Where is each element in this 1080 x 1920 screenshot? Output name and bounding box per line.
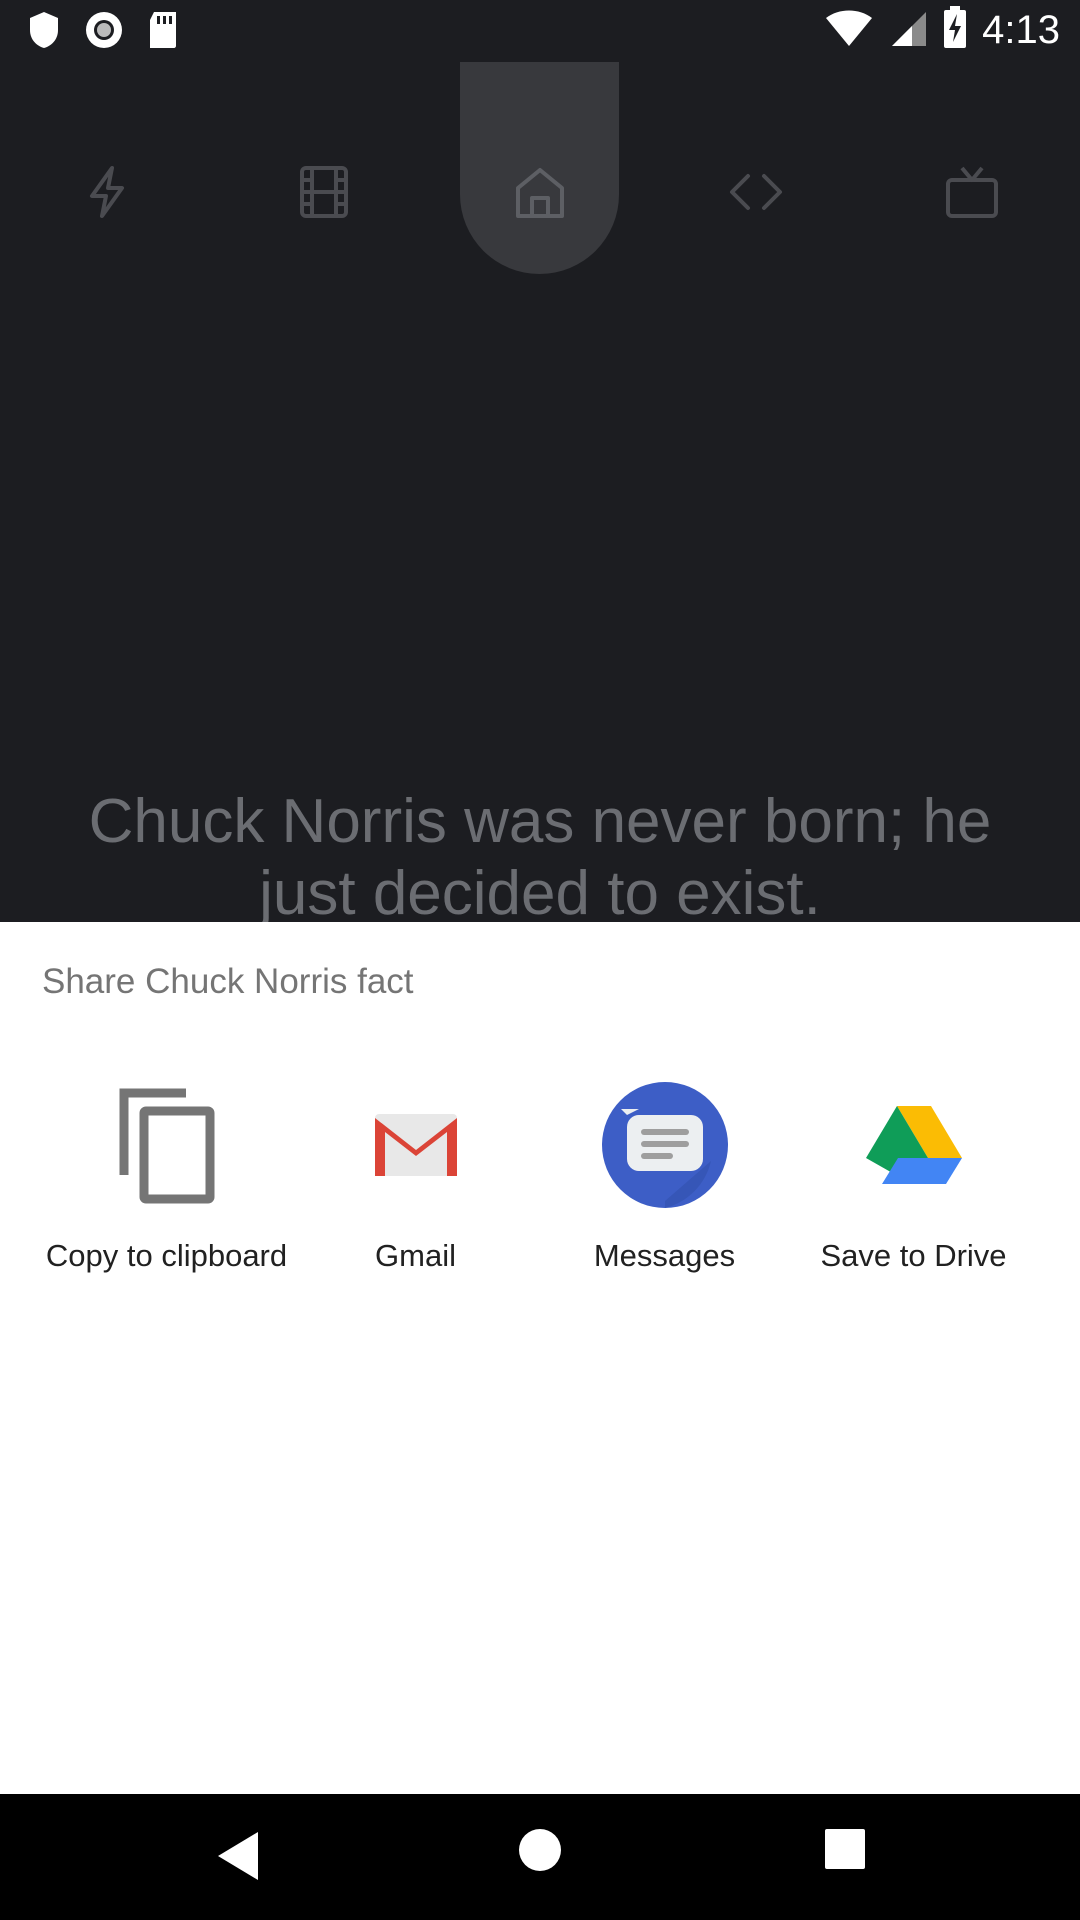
status-bar: 4:13	[0, 0, 1080, 62]
fact-text: Chuck Norris was never born; he just dec…	[88, 787, 992, 922]
status-time: 4:13	[982, 8, 1060, 52]
tv-icon[interactable]	[942, 162, 1002, 222]
code-icon[interactable]	[726, 162, 786, 222]
shield-icon	[26, 10, 62, 55]
share-target-gmail[interactable]: Gmail	[291, 1080, 540, 1300]
wifi-icon	[824, 8, 874, 53]
app-background: Chuck Norris was never born; he just dec…	[0, 62, 1080, 922]
drive-icon	[849, 1080, 979, 1210]
share-target-label: Messages	[593, 1238, 736, 1273]
cell-signal-icon	[888, 8, 928, 53]
battery-charging-icon	[942, 6, 968, 55]
messages-icon	[600, 1080, 730, 1210]
status-left-icons	[26, 10, 180, 55]
share-target-label: Copy to clipboard	[45, 1238, 288, 1273]
home-icon[interactable]	[510, 162, 570, 222]
sd-card-icon	[146, 10, 180, 55]
share-target-drive[interactable]: Save to Drive	[789, 1080, 1038, 1300]
share-sheet: Share Chuck Norris fact Copy to clipboar…	[0, 922, 1080, 1794]
system-navigation-bar	[0, 1794, 1080, 1920]
back-icon[interactable]	[212, 1828, 262, 1889]
share-target-label: Gmail	[375, 1238, 456, 1273]
status-right-icons: 4:13	[824, 6, 1060, 55]
flash-icon[interactable]	[78, 162, 138, 222]
share-sheet-title: Share Chuck Norris fact	[42, 962, 414, 1001]
gmail-icon	[351, 1080, 481, 1210]
share-target-messages[interactable]: Messages	[540, 1080, 789, 1300]
share-target-copy[interactable]: Copy to clipboard	[42, 1080, 291, 1300]
share-targets: Copy to clipboard Gmail Messages Save to…	[0, 1080, 1080, 1300]
home-circle-icon[interactable]	[518, 1828, 562, 1877]
record-icon	[84, 10, 124, 55]
share-target-label: Save to Drive	[820, 1238, 1007, 1273]
film-icon[interactable]	[294, 162, 354, 222]
top-navigation	[0, 62, 1080, 322]
copy-icon	[102, 1080, 232, 1210]
recents-icon[interactable]	[824, 1828, 866, 1875]
